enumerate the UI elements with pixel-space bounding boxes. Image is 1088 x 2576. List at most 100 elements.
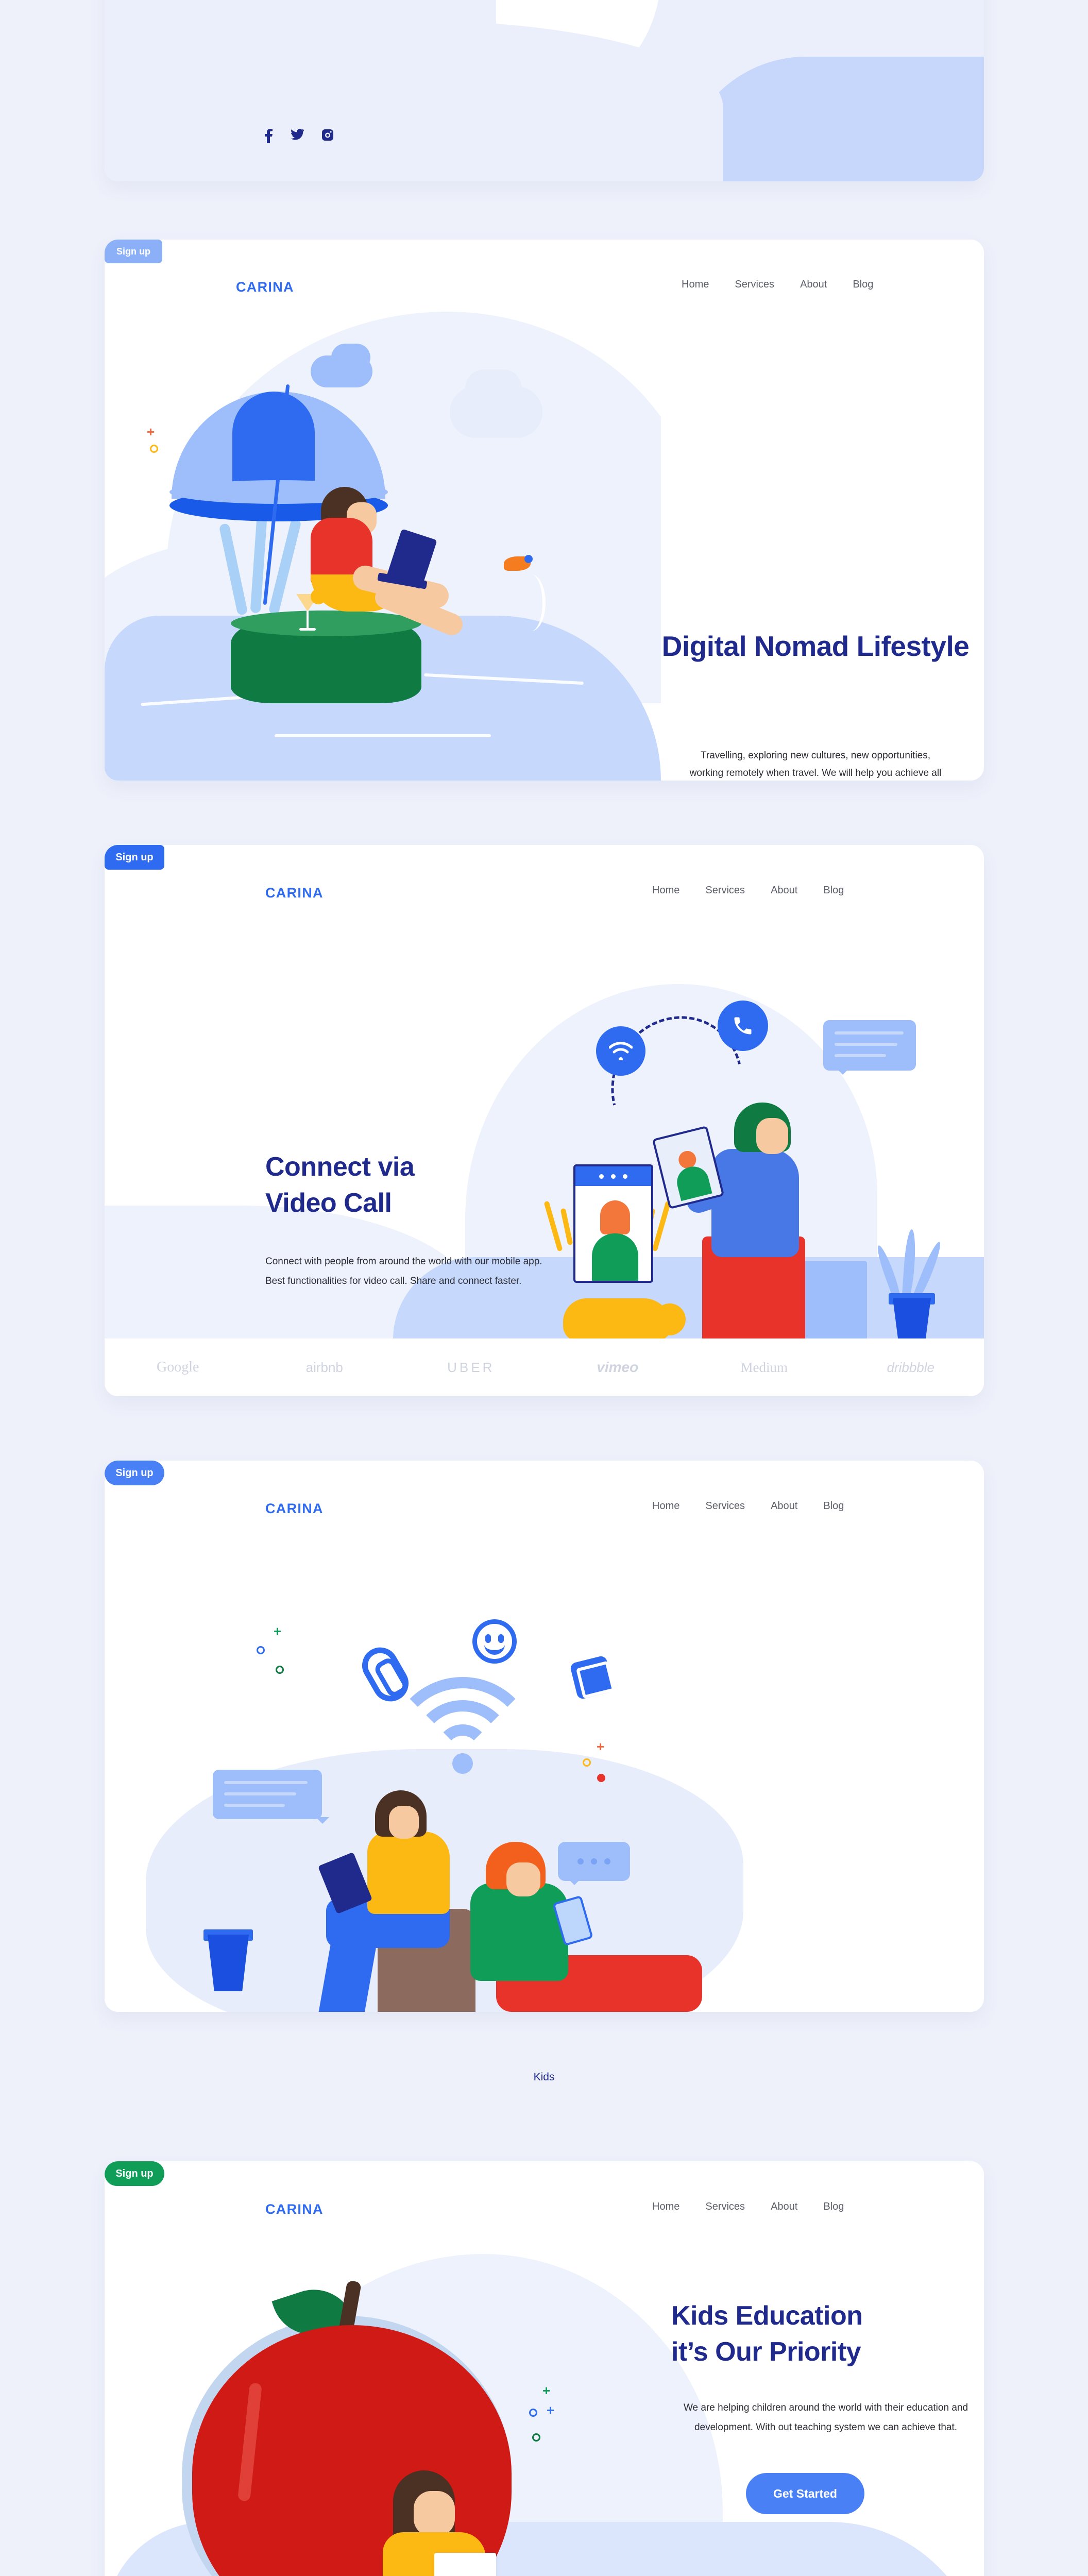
video-call-window	[573, 1164, 653, 1283]
nav-link-about[interactable]: About	[771, 1500, 797, 1512]
illustration-chatting: + +	[197, 1574, 712, 2012]
wave-line	[275, 734, 491, 737]
sparkle-dot-icon	[597, 1774, 605, 1782]
card-0-blob	[105, 21, 723, 181]
signup-button[interactable]: Sign up	[105, 2161, 164, 2186]
nav-link-blog[interactable]: Blog	[853, 279, 873, 291]
instagram-icon[interactable]	[321, 129, 334, 145]
woman-face	[389, 1806, 419, 1839]
man-sweater	[470, 1883, 568, 1981]
logo[interactable]: CARINA	[236, 279, 294, 295]
nav-link-services[interactable]: Services	[705, 2201, 745, 2213]
page-title-line-2: Video Call	[265, 1188, 392, 1218]
partner-logo-strip: Google airbnb UBER vimeo Medium dribbble	[105, 1338, 984, 1396]
logo-vimeo: vimeo	[597, 1359, 639, 1375]
hero-card-video-call: CARINA Home Services About Blog Sign up …	[105, 845, 984, 1396]
page-title-line-1: Connect via	[265, 1152, 415, 1182]
sparkle-ring-icon	[257, 1646, 265, 1654]
image-icon	[569, 1655, 615, 1700]
cloud-icon	[465, 369, 522, 408]
nav-link-services[interactable]: Services	[735, 279, 774, 291]
tablet-caller-body	[673, 1163, 712, 1201]
teacher-face	[414, 2491, 455, 2536]
plant-pot	[208, 1935, 249, 1991]
chat-bubble	[823, 1020, 916, 1075]
facebook-icon[interactable]	[264, 129, 273, 145]
flashcard-apple	[434, 2553, 496, 2576]
cloud-icon	[331, 344, 370, 371]
nav-links: Home Services About Blog	[652, 2201, 844, 2213]
signup-button[interactable]: Sign up	[105, 240, 162, 263]
nav-links: Home Services About Blog	[682, 279, 873, 291]
logo-google: Google	[157, 1359, 199, 1375]
signup-button[interactable]: Sign up	[105, 845, 164, 870]
page-title-line-1: Kids Education	[671, 2301, 863, 2331]
logo[interactable]: CARINA	[265, 1501, 324, 1517]
water-splash	[517, 574, 546, 631]
nav-link-blog[interactable]: Blog	[823, 2201, 844, 2213]
nav-links: Home Services About Blog	[652, 1500, 844, 1512]
hero-card-digital-nomad: + CARINA Home Services About Blog Sign u…	[105, 240, 984, 781]
nav-link-home[interactable]: Home	[652, 1500, 679, 1512]
nav-link-home[interactable]: Home	[682, 279, 709, 291]
page-title-line-2: it’s Our Priority	[671, 2337, 861, 2367]
floating-rock	[231, 611, 421, 703]
wifi-badge-icon	[596, 1026, 645, 1076]
phone-glyph	[718, 1001, 768, 1051]
sparkle-plus-icon: +	[547, 2402, 555, 2418]
hero-description: Travelling, exploring new cultures, new …	[689, 750, 942, 778]
hero-description: We are helping children around the world…	[683, 2402, 968, 2433]
chat-bubble-lines	[213, 1770, 329, 1824]
page-title: Kids Education it’s Our Priority	[671, 2298, 984, 2370]
nav-link-blog[interactable]: Blog	[823, 885, 844, 896]
logo-medium: Medium	[740, 1359, 788, 1375]
phone-badge-icon	[718, 1001, 768, 1051]
page-root: Get Started +	[0, 0, 1088, 2576]
illustration-floor	[682, 57, 984, 181]
window-title-bar	[575, 1166, 651, 1186]
social-links	[264, 129, 334, 145]
caller-body	[592, 1233, 638, 1281]
twitter-icon[interactable]	[291, 129, 304, 145]
hero-description: Connect with people from around the worl…	[265, 1256, 542, 1286]
wave-line	[424, 673, 584, 685]
man-face	[506, 1862, 540, 1896]
hero-card-kids-education: + + A	[105, 2161, 984, 2576]
woman-face	[756, 1118, 788, 1154]
sparkle-ring-icon	[583, 1758, 591, 1767]
woman-sweater	[367, 1832, 450, 1914]
hero-card-chatting: + + CARINA Home Services About Blog Sign…	[105, 1461, 984, 2012]
page-title: Digital Nomad Lifestyle	[661, 630, 970, 662]
sparkle-plus-icon: +	[542, 2383, 551, 2398]
logo[interactable]: CARINA	[265, 885, 324, 901]
sparkle-plus-icon: +	[147, 424, 155, 439]
logo[interactable]: CARINA	[265, 2201, 324, 2217]
page-title: Connect via Video Call	[265, 1149, 585, 1221]
section-label-kids: Kids	[533, 2071, 555, 2083]
get-started-button[interactable]: Get Started	[746, 2473, 864, 2514]
signup-button[interactable]: Sign up	[105, 1461, 164, 1485]
nav-link-services[interactable]: Services	[705, 885, 745, 896]
sparkle-ring-icon	[150, 445, 158, 453]
sparkle-ring-icon	[529, 2409, 537, 2417]
sparkle-plus-icon: +	[597, 1739, 605, 1754]
orange-slice-icon	[311, 589, 326, 604]
cat-illustration	[563, 1298, 686, 1342]
cocktail-stem	[307, 611, 309, 629]
paperclip-icon	[355, 1640, 415, 1708]
nav-links: Home Services About Blog	[652, 885, 844, 896]
nav-link-blog[interactable]: Blog	[823, 1500, 844, 1512]
cocktail-base	[299, 628, 316, 631]
chat-bubble-typing	[558, 1842, 630, 1885]
nav-link-home[interactable]: Home	[652, 885, 679, 896]
woman-shin	[316, 1931, 378, 2012]
sparkle-plus-icon: +	[274, 1623, 282, 1639]
nav-link-services[interactable]: Services	[705, 1500, 745, 1512]
nav-link-about[interactable]: About	[771, 2201, 797, 2213]
wifi-glyph	[596, 1026, 645, 1076]
nav-link-about[interactable]: About	[771, 885, 797, 896]
illustration-beach: +	[105, 312, 661, 781]
logo-airbnb: airbnb	[305, 1359, 343, 1375]
nav-link-home[interactable]: Home	[652, 2201, 679, 2213]
nav-link-about[interactable]: About	[800, 279, 827, 291]
